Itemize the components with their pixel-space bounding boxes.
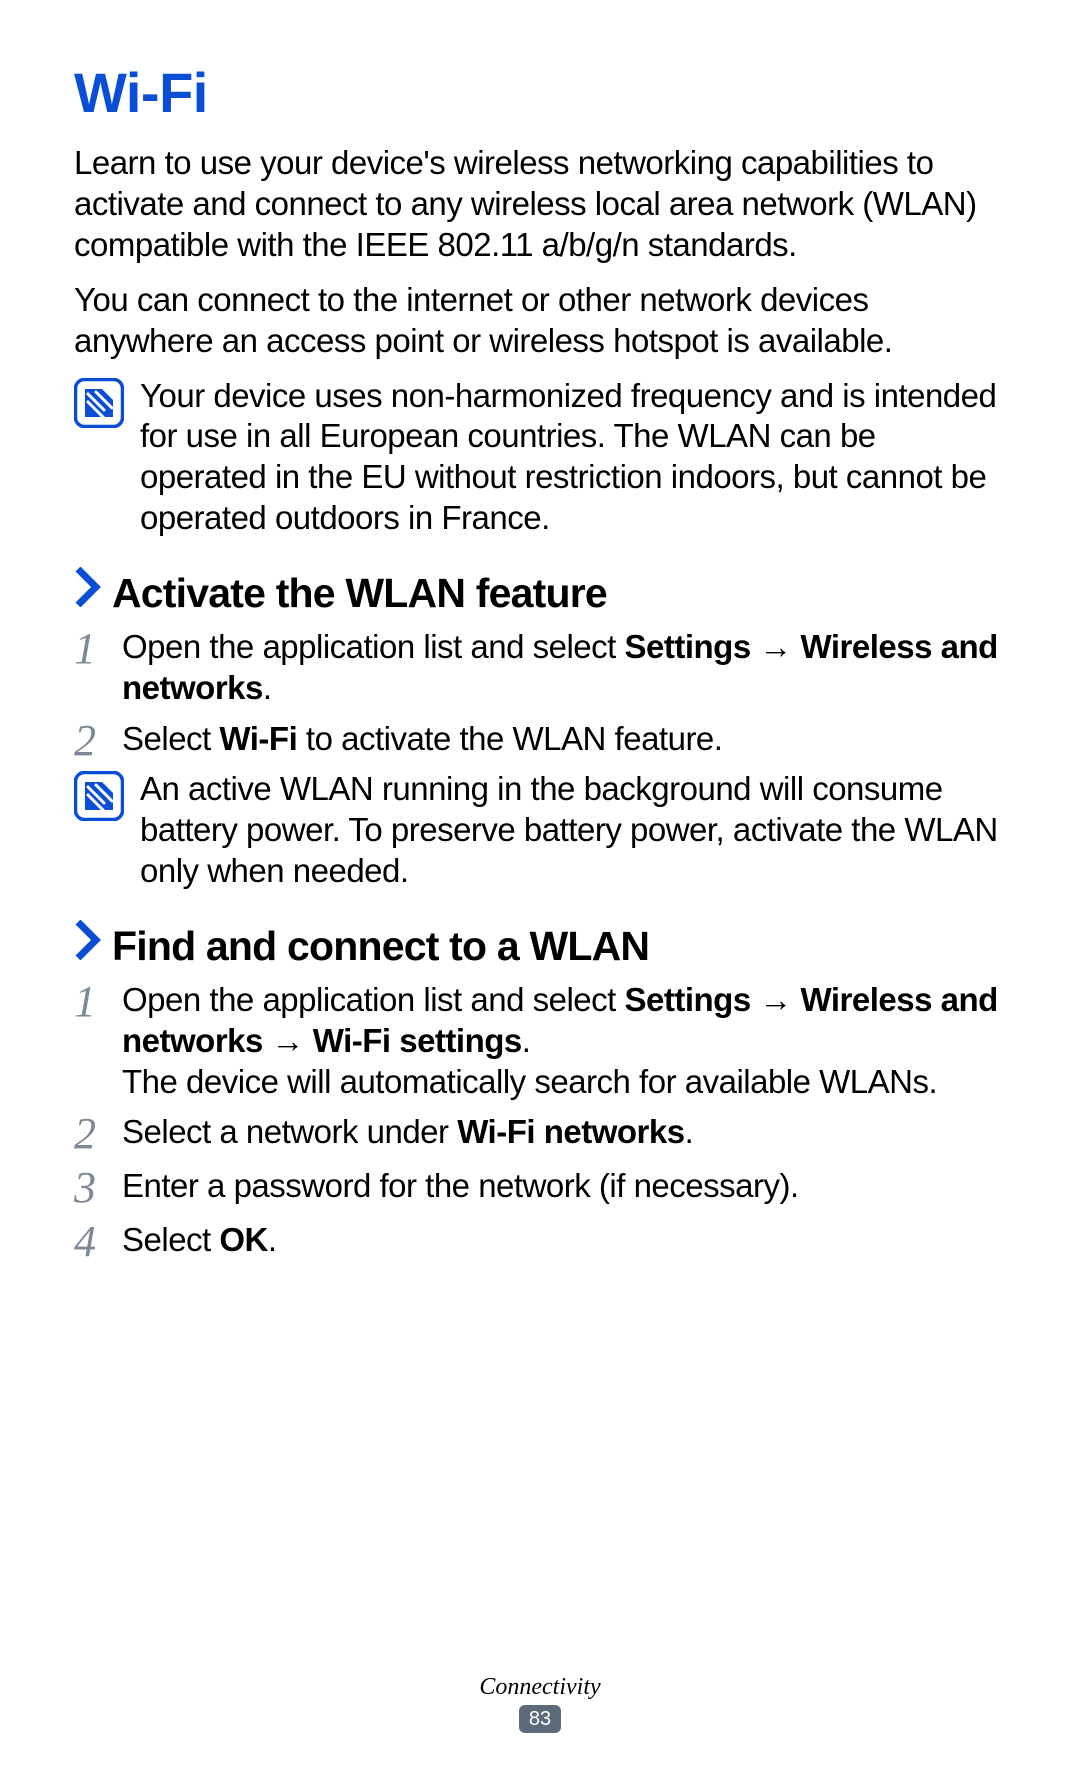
- note-block-1: Your device uses non-harmonized frequenc…: [74, 376, 1006, 540]
- manual-page: Wi-Fi Learn to use your device's wireles…: [0, 0, 1080, 1771]
- subheading-find: Find and connect to a WLAN: [74, 920, 1006, 970]
- step-row: 2Select Wi-Fi to activate the WLAN featu…: [74, 719, 1006, 763]
- step-row: 1Open the application list and select Se…: [74, 980, 1006, 1103]
- subheading-activate-text: Activate the WLAN feature: [112, 570, 607, 617]
- step-text: Select OK.: [122, 1220, 1006, 1261]
- page-number-badge: 83: [519, 1705, 561, 1733]
- step-text: Select Wi-Fi to activate the WLAN featur…: [122, 719, 1006, 760]
- page-title: Wi-Fi: [74, 60, 1006, 125]
- step-number: 3: [74, 1166, 122, 1210]
- chevron-right-icon: [74, 920, 102, 960]
- step-number: 2: [74, 719, 122, 763]
- step-text: Open the application list and select Set…: [122, 980, 1006, 1103]
- intro-paragraph-1: Learn to use your device's wireless netw…: [74, 143, 1006, 266]
- chevron-right-icon: [74, 567, 102, 607]
- steps-find: 1Open the application list and select Se…: [74, 980, 1006, 1265]
- step-row: 1Open the application list and select Se…: [74, 627, 1006, 709]
- page-footer: Connectivity 83: [0, 1674, 1080, 1733]
- footer-section-name: Connectivity: [0, 1674, 1080, 1701]
- note-text-2: An active WLAN running in the background…: [140, 769, 1006, 892]
- note-block-2: An active WLAN running in the background…: [74, 769, 1006, 892]
- steps-activate: 1Open the application list and select Se…: [74, 627, 1006, 763]
- step-row: 4Select OK.: [74, 1220, 1006, 1264]
- intro-paragraph-2: You can connect to the internet or other…: [74, 280, 1006, 362]
- step-text: Enter a password for the network (if nec…: [122, 1166, 1006, 1207]
- step-number: 2: [74, 1112, 122, 1156]
- note-icon: [74, 771, 124, 821]
- subheading-find-text: Find and connect to a WLAN: [112, 923, 649, 970]
- step-text: Open the application list and select Set…: [122, 627, 1006, 709]
- step-text: Select a network under Wi-Fi networks.: [122, 1112, 1006, 1153]
- note-text-1: Your device uses non-harmonized frequenc…: [140, 376, 1006, 540]
- step-row: 3Enter a password for the network (if ne…: [74, 1166, 1006, 1210]
- step-row: 2Select a network under Wi-Fi networks.: [74, 1112, 1006, 1156]
- step-number: 1: [74, 627, 122, 671]
- step-number: 4: [74, 1220, 122, 1264]
- step-number: 1: [74, 980, 122, 1024]
- subheading-activate: Activate the WLAN feature: [74, 567, 1006, 617]
- note-icon: [74, 378, 124, 428]
